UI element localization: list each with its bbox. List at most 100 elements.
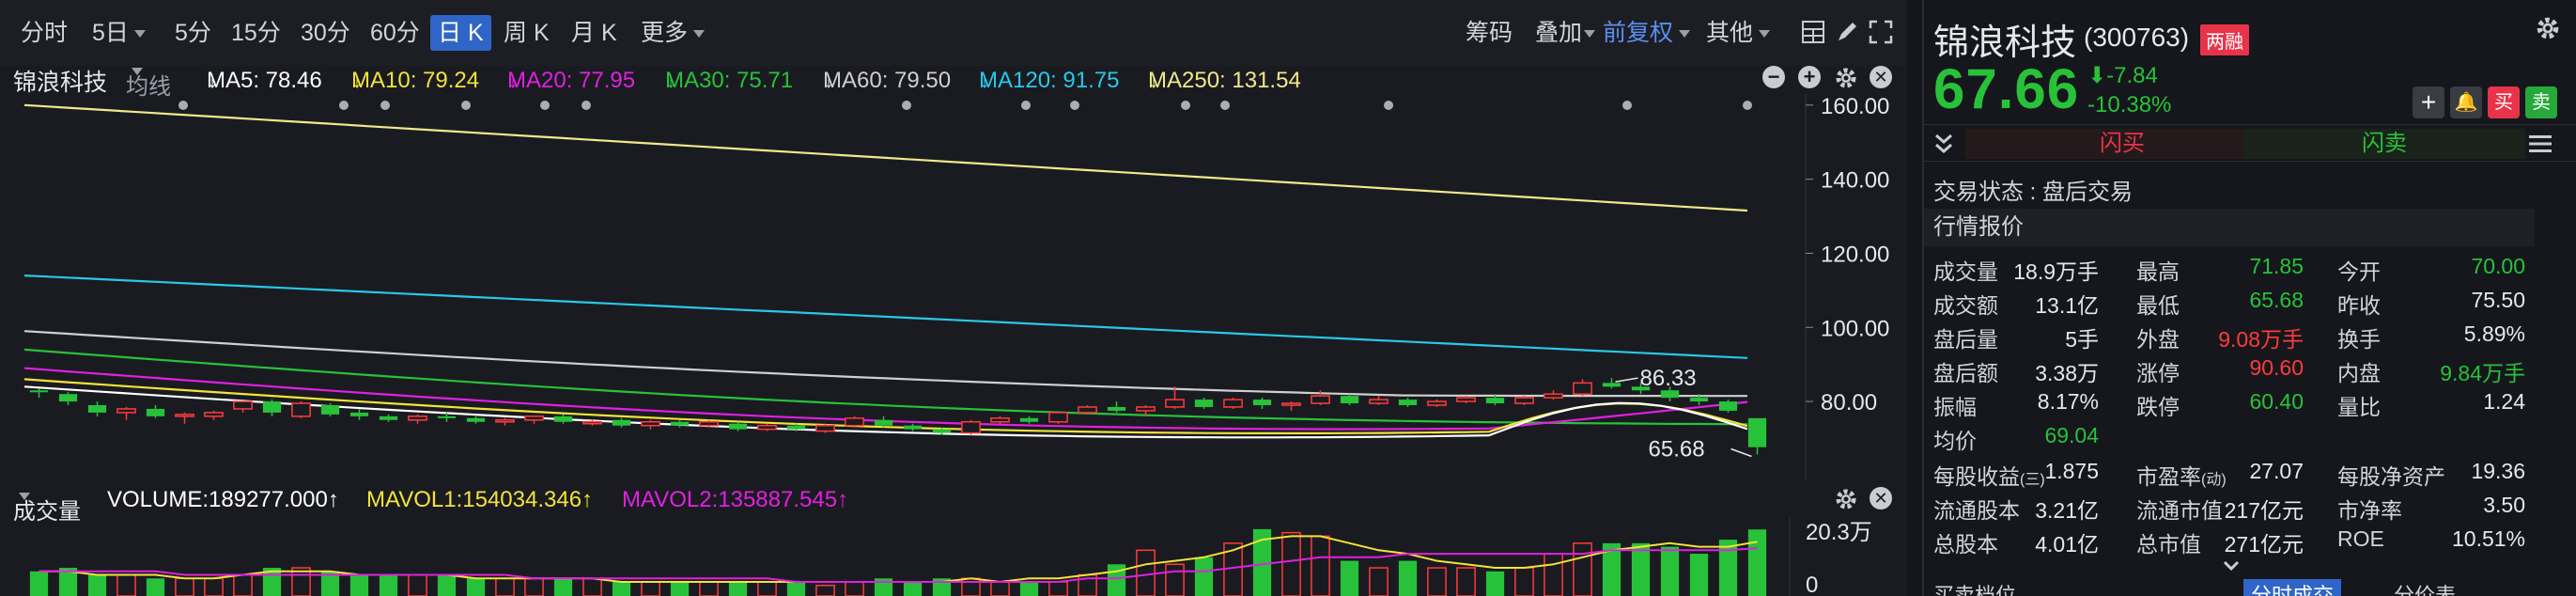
- quote-label: 市净率: [2337, 498, 2402, 523]
- volume-bar: [204, 577, 224, 596]
- volume-bar: [1311, 535, 1330, 596]
- ma60-line: [23, 330, 1747, 398]
- quote-value: 69.04: [2044, 423, 2099, 447]
- event-marker-dot: [1021, 101, 1031, 110]
- zoom-in-icon[interactable]: +: [1798, 66, 1821, 88]
- candle-body: [932, 429, 952, 433]
- volume-bar: [1427, 567, 1447, 596]
- quote-row: 每股收益(三) 1.875 市盈率(动) 27.07 每股净资产 19.36: [1924, 455, 2576, 489]
- quote-value: 5手: [2065, 327, 2099, 352]
- tab-tick-trades[interactable]: 分时成交: [2243, 579, 2342, 596]
- volume-bar: [146, 578, 165, 596]
- draw-pen-icon[interactable]: [1834, 19, 1860, 45]
- candle-body: [1340, 396, 1359, 404]
- quote-label: 振幅: [1933, 395, 1977, 419]
- add-watchlist-icon[interactable]: +: [2413, 86, 2444, 118]
- event-marker-dot: [582, 101, 591, 110]
- chart-stock-name: 锦浪科技: [13, 70, 108, 96]
- candle-body: [990, 417, 1010, 423]
- fullscreen-icon[interactable]: [1868, 19, 1894, 45]
- sell-button[interactable]: 卖: [2525, 86, 2557, 118]
- volume-bar: [1048, 581, 1068, 596]
- period-tab-month-k[interactable]: 月 K: [571, 15, 617, 51]
- collapse-chevron-icon[interactable]: [1933, 133, 1954, 155]
- menu-icon[interactable]: [2527, 133, 2553, 155]
- volume-bar: [699, 581, 719, 596]
- volume-bar: [29, 571, 49, 596]
- volume-chart[interactable]: 20.3万 0: [0, 517, 1907, 596]
- candle-body: [1165, 399, 1185, 408]
- layout-grid-icon[interactable]: [1800, 19, 1826, 45]
- quote-label: 流通股本: [1933, 498, 2020, 523]
- period-toolbar: 分时 5日 5分 15分 30分 60分 日 K 周 K 月 K 更多 筹码 叠…: [0, 0, 1907, 66]
- event-marker-dot: [1743, 101, 1752, 110]
- volume-bar: [845, 581, 864, 596]
- quote-label: 换手: [2337, 327, 2381, 352]
- candle-body: [320, 405, 340, 415]
- quote-value: 60.40: [2249, 389, 2304, 414]
- other-dropdown[interactable]: 其他: [1706, 15, 1771, 51]
- more-periods-dropdown[interactable]: 更多: [641, 15, 706, 51]
- buy-button[interactable]: 买: [2488, 86, 2520, 118]
- flash-buy-button[interactable]: 闪买: [1965, 129, 2279, 159]
- flash-sell-button[interactable]: 闪卖: [2243, 129, 2525, 159]
- close-volume-icon[interactable]: ✕: [1870, 487, 1892, 510]
- low-price-pointer: [1730, 447, 1752, 458]
- candles: [29, 378, 1767, 455]
- volume-bar: [786, 582, 806, 596]
- volume-bar: [495, 577, 515, 596]
- close-chart-icon[interactable]: ✕: [1870, 66, 1892, 88]
- volume-bar: [116, 573, 136, 596]
- volume-bar: [1485, 571, 1505, 596]
- tab-order-book[interactable]: 买卖档位: [1933, 579, 2016, 596]
- volume-bar: [1456, 567, 1476, 596]
- quote-label: 均价: [1933, 429, 1977, 453]
- volume-bar: [233, 573, 253, 596]
- volume-bar: [990, 581, 1010, 596]
- event-marker-dot: [461, 101, 471, 110]
- volume-bar: [1544, 553, 1563, 596]
- quote-value: 71.85: [2249, 254, 2304, 278]
- mavol2-value: MAVOL2:135887.545↑: [622, 487, 849, 512]
- candle-body: [728, 423, 748, 430]
- adjust-dropdown[interactable]: 前复权: [1603, 15, 1691, 51]
- candle-body: [1281, 402, 1301, 406]
- quote-value: 13.1亿: [2035, 293, 2099, 318]
- tab-price-table[interactable]: 分价表: [2394, 579, 2456, 596]
- quote-value: 271亿元: [2224, 532, 2304, 557]
- chart-settings-gear-icon[interactable]: [1834, 66, 1858, 90]
- overlay-dropdown[interactable]: 叠加: [1535, 15, 1596, 51]
- period-tab-day-k[interactable]: 日 K: [430, 15, 491, 51]
- quote-label: 每股净资产: [2337, 464, 2445, 489]
- quote-value: 27.07: [2249, 459, 2304, 483]
- quote-value: 3.21亿: [2035, 498, 2099, 523]
- period-tab-5min[interactable]: 5分: [175, 15, 211, 51]
- expand-chevron-icon[interactable]: [2221, 558, 2242, 573]
- zoom-out-icon[interactable]: −: [1762, 66, 1785, 88]
- chips-button[interactable]: 筹码: [1466, 15, 1513, 51]
- period-tab-15min[interactable]: 15分: [231, 15, 281, 51]
- quote-label: 每股收益(三): [1933, 464, 2045, 489]
- candle-body: [874, 419, 893, 426]
- quote-value: 217亿元: [2224, 498, 2304, 523]
- volume-bar: [1194, 557, 1214, 596]
- candle-body: [233, 400, 253, 410]
- period-tab-60min[interactable]: 60分: [370, 15, 420, 51]
- period-tab-intraday[interactable]: 分时: [21, 15, 68, 51]
- quote-value: 1.24: [2483, 389, 2525, 414]
- panel-settings-gear-icon[interactable]: [2535, 15, 2561, 41]
- price-axis-label: 120.00: [1821, 242, 1889, 267]
- price-axis-label: 140.00: [1821, 168, 1889, 194]
- period-tab-5day[interactable]: 5日: [92, 15, 146, 51]
- quote-value: 3.38万: [2035, 361, 2099, 385]
- quote-label: 成交量: [1933, 259, 1998, 284]
- volume-value: VOLUME:189277.000↑: [107, 487, 339, 512]
- candlestick-chart[interactable]: 160.00 140.00 120.00 100.00 80.00 86.33 65.6…: [0, 94, 1907, 479]
- period-tab-30min[interactable]: 30分: [301, 15, 350, 51]
- period-tab-week-k[interactable]: 周 K: [504, 15, 550, 51]
- candle-body: [815, 424, 835, 432]
- quote-value: 65.68: [2249, 288, 2304, 312]
- alert-bell-icon[interactable]: 🔔: [2450, 86, 2482, 118]
- volume-settings-gear-icon[interactable]: [1834, 487, 1858, 511]
- volume-bar: [1165, 563, 1185, 596]
